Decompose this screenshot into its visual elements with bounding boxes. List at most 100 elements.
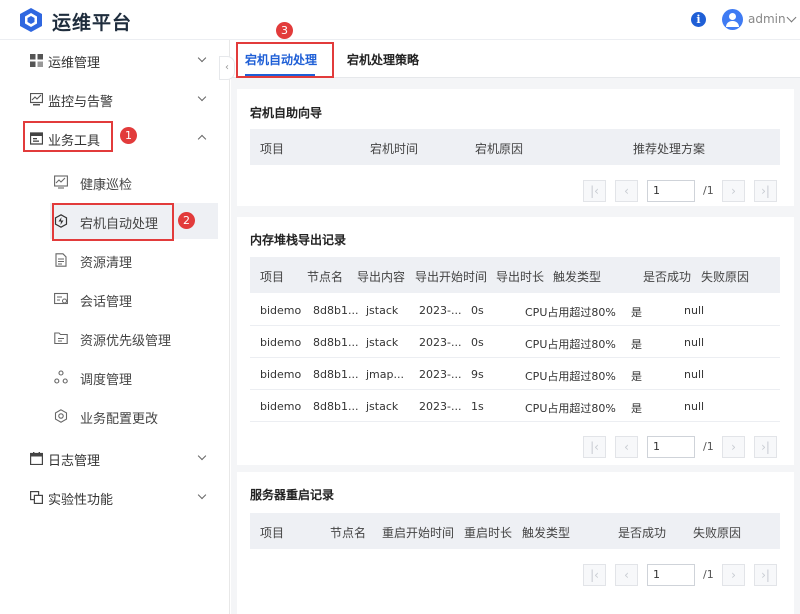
sidebar-subitem-label: 业务配置更改: [80, 412, 159, 427]
table-row[interactable]: bidemo 8d8b1... jstack 2023-... 0s CPU占用…: [250, 326, 780, 358]
cell-project: bidemo: [260, 368, 302, 381]
chevron-down-icon: [197, 92, 207, 102]
sidebar-item-monitor[interactable]: 监控与告警: [0, 81, 230, 117]
avatar[interactable]: [722, 9, 743, 30]
sidebar-item-label: 实验性功能: [48, 493, 114, 508]
cell-content: jstack: [366, 400, 399, 413]
cell-project: bidemo: [260, 336, 302, 349]
settings-icon: [54, 409, 68, 423]
cell-start-time: 2023-...: [419, 368, 462, 381]
page-total: /1: [703, 568, 714, 581]
chart-icon: [54, 175, 68, 189]
column-header: 推荐处理方案: [633, 142, 706, 156]
table-header: 项目 节点名 导出内容 导出开始时间 导出时长 触发类型 是否成功 失败原因: [250, 257, 780, 293]
column-header: 项目: [260, 270, 285, 284]
cell-node: 8d8b1...: [313, 336, 359, 349]
sidebar-subitem-label: 调度管理: [80, 373, 133, 388]
cell-duration: 0s: [471, 336, 484, 349]
sidebar-subitem-label: 资源优先级管理: [80, 334, 172, 349]
folder-icon: [54, 332, 68, 345]
card-title: 服务器重启记录: [250, 488, 335, 502]
table-row[interactable]: bidemo 8d8b1... jstack 2023-... 1s CPU占用…: [250, 390, 780, 422]
next-page-button[interactable]: ›: [722, 564, 745, 586]
sidebar-item-logs[interactable]: 日志管理: [0, 440, 230, 476]
table-row[interactable]: bidemo 8d8b1... jstack 2023-... 0s CPU占用…: [250, 294, 780, 326]
collapse-sidebar-button[interactable]: ‹: [219, 56, 235, 80]
next-page-button[interactable]: ›: [722, 436, 745, 458]
sidebar-subitem-schedule[interactable]: 调度管理: [50, 359, 218, 395]
column-header: 项目: [260, 142, 285, 156]
top-header: 运维平台 i admin: [0, 0, 800, 40]
sidebar-subitem-label: 会话管理: [80, 295, 133, 310]
info-icon[interactable]: i: [691, 12, 706, 27]
crash-guide-card: 宕机自助向导 项目 宕机时间 宕机原因 推荐处理方案 |‹ ‹ 1 /1 › ›…: [237, 89, 794, 206]
column-header: 项目: [260, 526, 285, 540]
sidebar-subitem-health-check[interactable]: 健康巡检: [50, 164, 218, 200]
column-header: 失败原因: [693, 526, 742, 540]
cell-content: jmap...: [366, 368, 404, 381]
pagination: |‹ ‹ 1 /1 › ›|: [583, 180, 783, 202]
cell-content: jstack: [366, 336, 399, 349]
sidebar-item-label: 运维管理: [48, 56, 101, 71]
chevron-down-icon[interactable]: [786, 12, 797, 23]
column-header: 宕机原因: [475, 142, 524, 156]
logo-icon: [20, 8, 42, 32]
sidebar-item-ops[interactable]: 运维管理: [0, 42, 230, 78]
highlight-box-business-tools: [23, 121, 113, 152]
prev-page-button[interactable]: ‹: [615, 180, 638, 202]
next-page-button[interactable]: ›: [722, 180, 745, 202]
cell-trigger: CPU占用超过80%: [525, 306, 616, 319]
sidebar-subitem-session[interactable]: 会话管理: [50, 281, 218, 317]
username[interactable]: admin: [748, 12, 786, 26]
prev-page-button[interactable]: ‹: [615, 436, 638, 458]
first-page-button[interactable]: |‹: [583, 436, 606, 458]
sidebar-subitem-priority[interactable]: 资源优先级管理: [50, 320, 218, 356]
cell-duration: 0s: [471, 304, 484, 317]
step-badge-3: 3: [276, 22, 293, 39]
app-title: 运维平台: [52, 12, 133, 34]
cell-fail-reason: null: [684, 400, 705, 413]
cell-fail-reason: null: [684, 304, 705, 317]
column-header: 导出开始时间: [415, 270, 488, 284]
column-header: 宕机时间: [370, 142, 419, 156]
document-icon: [55, 253, 67, 267]
column-header: 重启开始时间: [382, 526, 455, 540]
chevron-down-icon: [197, 451, 207, 461]
sidebar-subitem-resource-cleanup[interactable]: 资源清理: [50, 242, 218, 278]
prev-page-button[interactable]: ‹: [615, 564, 638, 586]
sidebar-item-label: 日志管理: [48, 454, 101, 469]
heap-dump-card: 内存堆栈导出记录 项目 节点名 导出内容 导出开始时间 导出时长 触发类型 是否…: [237, 217, 794, 465]
page-input[interactable]: 1: [647, 180, 695, 202]
column-header: 失败原因: [701, 270, 750, 284]
page-input[interactable]: 1: [647, 436, 695, 458]
first-page-button[interactable]: |‹: [583, 180, 606, 202]
tab-crash-strategy[interactable]: 宕机处理策略: [347, 51, 419, 68]
column-header: 导出时长: [496, 270, 545, 284]
page-input[interactable]: 1: [647, 564, 695, 586]
cell-project: bidemo: [260, 400, 302, 413]
column-header: 节点名: [307, 270, 344, 284]
copy-icon: [30, 491, 43, 504]
grid-icon: [30, 54, 43, 67]
highlight-box-crash-auto: [52, 203, 174, 241]
cell-trigger: CPU占用超过80%: [525, 338, 616, 351]
sidebar-subitem-config-change[interactable]: 业务配置更改: [50, 398, 218, 434]
chevron-down-icon: [197, 490, 207, 500]
highlight-box-tab-crash-auto: [236, 42, 334, 78]
cell-content: jstack: [366, 304, 399, 317]
sidebar-item-label: 监控与告警: [48, 95, 114, 110]
page-total: /1: [703, 184, 714, 197]
cell-fail-reason: null: [684, 368, 705, 381]
cell-node: 8d8b1...: [313, 304, 359, 317]
last-page-button[interactable]: ›|: [754, 180, 777, 202]
sidebar-item-experimental[interactable]: 实验性功能: [0, 479, 230, 515]
last-page-button[interactable]: ›|: [754, 564, 777, 586]
table-row[interactable]: bidemo 8d8b1... jmap... 2023-... 9s CPU占…: [250, 358, 780, 390]
cell-duration: 9s: [471, 368, 484, 381]
cell-start-time: 2023-...: [419, 336, 462, 349]
cell-success: 是: [631, 402, 642, 415]
step-badge-2: 2: [178, 212, 195, 229]
first-page-button[interactable]: |‹: [583, 564, 606, 586]
cell-duration: 1s: [471, 400, 484, 413]
last-page-button[interactable]: ›|: [754, 436, 777, 458]
